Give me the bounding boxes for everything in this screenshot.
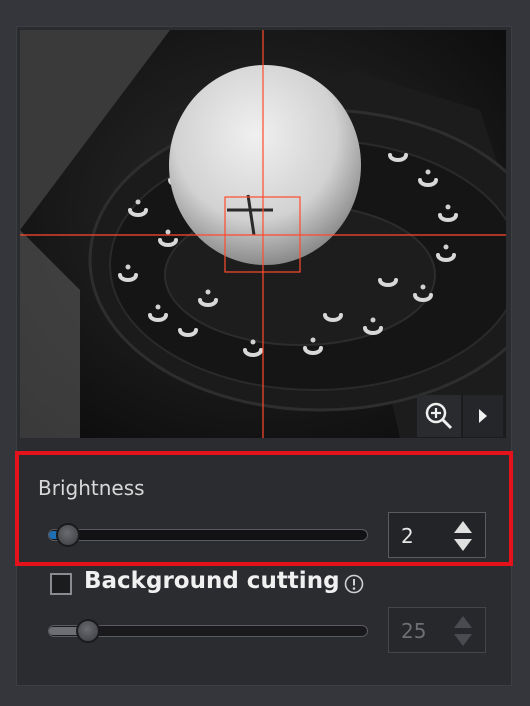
- background-cutting-checkbox[interactable]: [50, 573, 72, 595]
- camera-preview[interactable]: [20, 30, 506, 438]
- info-icon[interactable]: [344, 574, 364, 594]
- brightness-slider[interactable]: [48, 529, 368, 541]
- brightness-label: Brightness: [38, 476, 145, 500]
- play-button[interactable]: [463, 395, 503, 437]
- brightness-spinbox[interactable]: 2: [388, 512, 486, 558]
- brightness-value: 2: [401, 524, 414, 548]
- stepper-arrows-icon: [454, 616, 472, 646]
- background-cutting-slider-thumb[interactable]: [76, 619, 100, 643]
- background-cutting-spinbox[interactable]: 25: [388, 607, 486, 653]
- zoom-in-icon: [425, 402, 453, 430]
- play-icon: [479, 409, 487, 423]
- brightness-slider-thumb[interactable]: [56, 523, 80, 547]
- background-cutting-label: Background cutting: [84, 568, 340, 594]
- stepper-arrows-icon[interactable]: [453, 520, 473, 552]
- zoom-in-button[interactable]: [417, 395, 461, 437]
- background-cutting-value: 25: [401, 619, 427, 643]
